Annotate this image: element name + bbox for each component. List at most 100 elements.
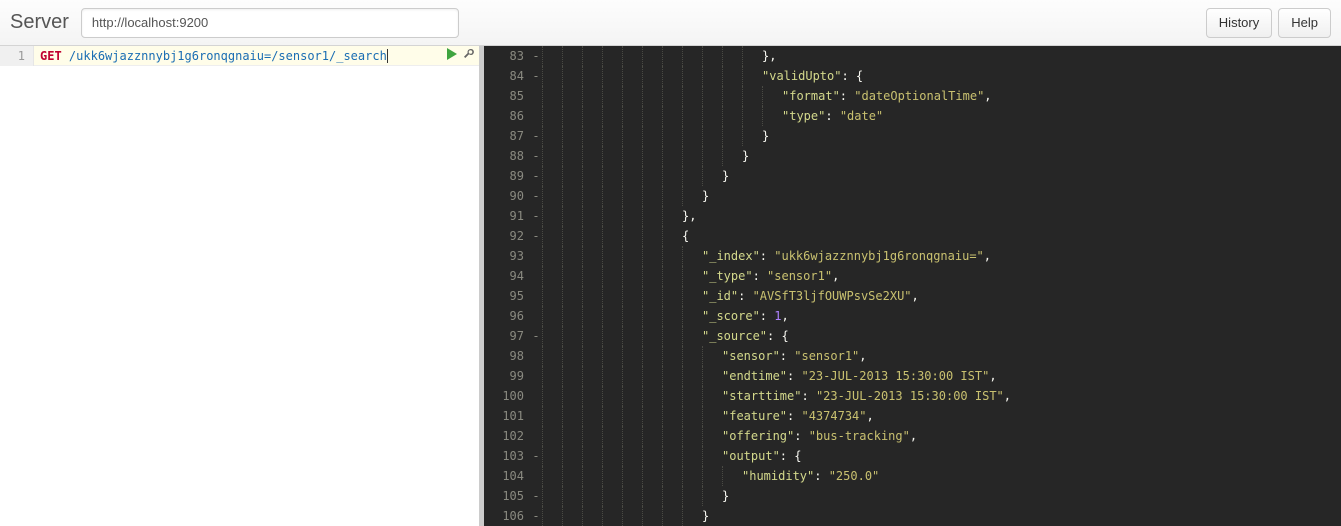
indent-guides (542, 46, 762, 66)
code-line: 106-} (484, 506, 1341, 526)
code-text: "type": "date" (782, 106, 883, 126)
code-line: 97-"_source": { (484, 326, 1341, 346)
indent-guides (542, 166, 722, 186)
code-text: }, (762, 46, 776, 66)
code-line: 87-} (484, 126, 1341, 146)
code-line: 99 "endtime": "23-JUL-2013 15:30:00 IST", (484, 366, 1341, 386)
indent-guides (542, 386, 722, 406)
line-number: 86 (484, 106, 530, 126)
fold-marker[interactable]: - (530, 146, 542, 166)
line-number: 98 (484, 346, 530, 366)
response-pane[interactable]: 83-},84-"validUpto": {85"format": "dateO… (484, 46, 1341, 526)
code-text: { (682, 226, 689, 246)
code-text: "humidity": "250.0" (742, 466, 879, 486)
indent-guides (542, 506, 702, 526)
line-number: 90 (484, 186, 530, 206)
line-number: 92 (484, 226, 530, 246)
code-line: 95 "_id": "AVSfT3ljfOUWPsvSe2XU", (484, 286, 1341, 306)
indent-guides (542, 226, 682, 246)
indent-guides (542, 86, 782, 106)
code-text: "validUpto": { (762, 66, 863, 86)
fold-marker[interactable]: - (530, 506, 542, 526)
code-text: "_index": "ukk6wjazznnybj1g6ronqgnaiu=", (702, 246, 991, 266)
code-text: } (702, 186, 709, 206)
fold-marker[interactable]: - (530, 126, 542, 146)
http-method: GET (40, 49, 62, 63)
indent-guides (542, 406, 722, 426)
fold-marker[interactable]: - (530, 326, 542, 346)
indent-guides (542, 286, 702, 306)
line-number: 94 (484, 266, 530, 286)
fold-marker (530, 386, 542, 406)
code-text: }, (682, 206, 696, 226)
code-text: "starttime": "23-JUL-2013 15:30:00 IST", (722, 386, 1011, 406)
editor-panes: 1 GET /ukk6wjazznnybj1g6ronqgnaiu=/senso… (0, 46, 1341, 526)
line-number: 96 (484, 306, 530, 326)
code-text: "output": { (722, 446, 801, 466)
fold-marker[interactable]: - (530, 46, 542, 66)
fold-marker[interactable]: - (530, 226, 542, 246)
line-number: 101 (484, 406, 530, 426)
code-line: 86 "type": "date" (484, 106, 1341, 126)
indent-guides (542, 346, 722, 366)
code-text: } (762, 126, 769, 146)
code-text: } (722, 486, 729, 506)
indent-guides (542, 246, 702, 266)
code-text: } (742, 146, 749, 166)
line-number: 95 (484, 286, 530, 306)
line-number: 89 (484, 166, 530, 186)
code-line: 89-} (484, 166, 1341, 186)
wrench-icon[interactable] (463, 48, 475, 60)
code-line: 93 "_index": "ukk6wjazznnybj1g6ronqgnaiu=… (484, 246, 1341, 266)
code-line: 91-}, (484, 206, 1341, 226)
fold-marker (530, 306, 542, 326)
fold-marker[interactable]: - (530, 446, 542, 466)
code-line: 102"offering": "bus-tracking", (484, 426, 1341, 446)
fold-marker[interactable]: - (530, 66, 542, 86)
code-text: "sensor": "sensor1", (722, 346, 867, 366)
code-text: "_type": "sensor1", (702, 266, 839, 286)
fold-marker (530, 406, 542, 426)
indent-guides (542, 426, 722, 446)
request-body[interactable]: GET /ukk6wjazznnybj1g6ronqgnaiu=/sensor1… (34, 46, 479, 66)
code-line: 98 "sensor": "sensor1", (484, 346, 1341, 366)
server-input[interactable] (81, 8, 459, 38)
line-number: 1 (0, 46, 34, 66)
fold-marker (530, 106, 542, 126)
line-number: 104 (484, 466, 530, 486)
history-button[interactable]: History (1206, 8, 1272, 38)
indent-guides (542, 106, 782, 126)
indent-guides (542, 306, 702, 326)
fold-marker[interactable]: - (530, 206, 542, 226)
line-number: 85 (484, 86, 530, 106)
request-line[interactable]: 1 GET /ukk6wjazznnybj1g6ronqgnaiu=/senso… (0, 46, 479, 66)
code-text: } (702, 506, 709, 526)
code-line: 100"starttime": "23-JUL-2013 15:30:00 IS… (484, 386, 1341, 406)
code-line: 101 "feature": "4374734", (484, 406, 1341, 426)
fold-marker (530, 266, 542, 286)
code-line: 84-"validUpto": { (484, 66, 1341, 86)
request-pane[interactable]: 1 GET /ukk6wjazznnybj1g6ronqgnaiu=/senso… (0, 46, 484, 526)
indent-guides (542, 366, 722, 386)
fold-marker (530, 346, 542, 366)
code-text: "_id": "AVSfT3ljfOUWPsvSe2XU", (702, 286, 919, 306)
line-number: 99 (484, 366, 530, 386)
line-number: 97 (484, 326, 530, 346)
line-number: 83 (484, 46, 530, 66)
indent-guides (542, 466, 742, 486)
code-line: 105-} (484, 486, 1341, 506)
line-number: 88 (484, 146, 530, 166)
run-icon[interactable] (447, 48, 457, 60)
indent-guides (542, 146, 742, 166)
line-number: 93 (484, 246, 530, 266)
indent-guides (542, 66, 762, 86)
help-button[interactable]: Help (1278, 8, 1331, 38)
code-text: "endtime": "23-JUL-2013 15:30:00 IST", (722, 366, 997, 386)
line-number: 103 (484, 446, 530, 466)
code-text: "feature": "4374734", (722, 406, 874, 426)
fold-marker (530, 466, 542, 486)
fold-marker[interactable]: - (530, 166, 542, 186)
fold-marker[interactable]: - (530, 486, 542, 506)
fold-marker[interactable]: - (530, 186, 542, 206)
code-line: 83-}, (484, 46, 1341, 66)
